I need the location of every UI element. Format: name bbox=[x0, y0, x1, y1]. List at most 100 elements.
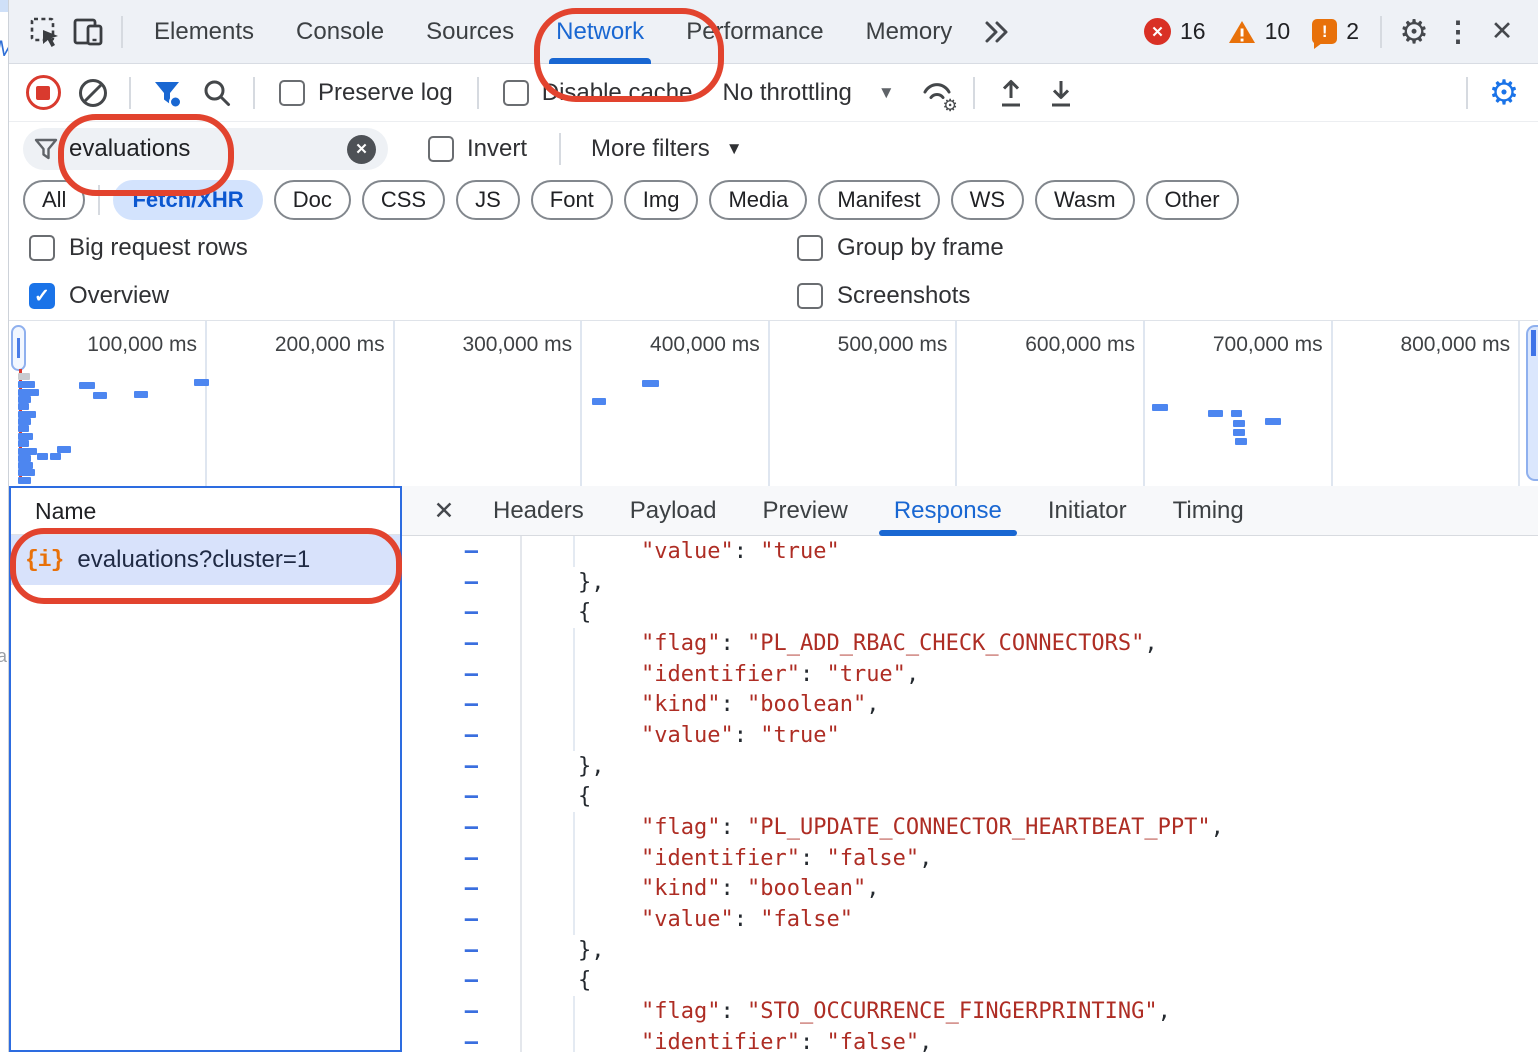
issues-badge[interactable]: ! 2 bbox=[1312, 18, 1359, 45]
code-line-gutter[interactable]: – bbox=[402, 904, 522, 935]
network-request-split-view: Name {i} evaluations?cluster=1 ✕ Headers… bbox=[9, 486, 1538, 1052]
details-tab-response[interactable]: Response bbox=[871, 486, 1025, 535]
more-filters-dropdown[interactable]: More filters ▼ bbox=[583, 135, 751, 163]
search-icon[interactable] bbox=[195, 71, 239, 115]
invert-filter-checkbox[interactable]: Invert bbox=[418, 135, 537, 163]
code-line-gutter[interactable]: – bbox=[402, 689, 522, 720]
screenshots-label: Screenshots bbox=[837, 282, 970, 310]
big-request-rows-checkbox[interactable]: Big request rows bbox=[29, 234, 248, 262]
json-resource-icon: {i} bbox=[25, 547, 63, 573]
chip-doc[interactable]: Doc bbox=[274, 180, 351, 220]
network-settings-gear-icon[interactable]: ⚙ bbox=[1482, 71, 1526, 115]
overview-checkbox[interactable]: ✓ Overview bbox=[29, 282, 169, 310]
timeline-request-bar bbox=[18, 462, 33, 469]
code-line-gutter[interactable]: – bbox=[402, 628, 522, 659]
divider bbox=[1380, 16, 1382, 48]
code-line-gutter[interactable]: – bbox=[402, 966, 522, 997]
clear-network-log-icon[interactable] bbox=[71, 71, 115, 115]
network-overview-timeline[interactable]: 100,000 ms200,000 ms300,000 ms400,000 ms… bbox=[9, 320, 1538, 488]
timeline-tick-label: 500,000 ms bbox=[838, 333, 948, 357]
code-line-content: "flag": "PL_UPDATE_CONNECTOR_HEARTBEAT_P… bbox=[522, 815, 1224, 840]
tab-console[interactable]: Console bbox=[275, 0, 405, 64]
network-filter-bar: ✕ Invert More filters ▼ bbox=[9, 122, 1538, 176]
chip-img[interactable]: Img bbox=[624, 180, 699, 220]
code-line-gutter[interactable]: – bbox=[402, 1027, 522, 1052]
code-line-gutter[interactable]: – bbox=[402, 935, 522, 966]
toggle-device-toolbar-icon[interactable] bbox=[67, 10, 111, 54]
console-warnings-badge[interactable]: 10 bbox=[1228, 18, 1291, 45]
preserve-log-checkbox[interactable]: Preserve log bbox=[269, 79, 463, 107]
tab-performance[interactable]: Performance bbox=[665, 0, 844, 64]
code-line-gutter[interactable]: – bbox=[402, 597, 522, 628]
tab-elements[interactable]: Elements bbox=[133, 0, 275, 64]
filter-toggle-icon[interactable] bbox=[145, 71, 189, 115]
code-line: –"identifier": "false", bbox=[402, 843, 1538, 874]
tab-memory[interactable]: Memory bbox=[845, 0, 974, 64]
console-errors-badge[interactable]: ✕ 16 bbox=[1144, 18, 1206, 45]
network-options-row-1: Big request rows Group by frame bbox=[9, 224, 1538, 272]
details-tab-initiator[interactable]: Initiator bbox=[1025, 486, 1150, 535]
code-line-gutter[interactable]: – bbox=[402, 996, 522, 1027]
code-line-gutter[interactable]: – bbox=[402, 843, 522, 874]
chip-ws[interactable]: WS bbox=[951, 180, 1024, 220]
tab-network[interactable]: Network bbox=[535, 0, 665, 64]
filter-input[interactable] bbox=[67, 134, 339, 164]
timeline-request-bar bbox=[1265, 418, 1281, 425]
chip-font[interactable]: Font bbox=[531, 180, 613, 220]
close-devtools-icon[interactable]: ✕ bbox=[1480, 10, 1524, 54]
code-line-gutter[interactable]: – bbox=[402, 782, 522, 813]
code-line-content: "flag": "PL_ADD_RBAC_CHECK_CONNECTORS", bbox=[522, 631, 1158, 656]
throttling-dropdown[interactable]: No throttling ▼ bbox=[708, 79, 908, 107]
network-conditions-icon[interactable]: ⚙ bbox=[915, 71, 959, 115]
import-har-icon[interactable] bbox=[989, 71, 1033, 115]
overview-left-drag-handle[interactable] bbox=[11, 325, 26, 371]
disable-cache-checkbox[interactable]: Disable cache bbox=[493, 79, 703, 107]
code-line-gutter[interactable]: – bbox=[402, 567, 522, 598]
code-line-content: "flag": "STO_OCCURRENCE_FINGERPRINTING", bbox=[522, 999, 1171, 1024]
checkbox bbox=[428, 136, 454, 162]
chip-other[interactable]: Other bbox=[1146, 180, 1239, 220]
more-tabs-icon[interactable] bbox=[975, 10, 1019, 54]
chip-manifest[interactable]: Manifest bbox=[818, 180, 939, 220]
close-details-icon[interactable]: ✕ bbox=[418, 487, 470, 535]
request-row-evaluations[interactable]: {i} evaluations?cluster=1 bbox=[11, 535, 400, 585]
timeline-request-bar bbox=[194, 379, 209, 386]
timeline-tick-label: 700,000 ms bbox=[1213, 333, 1323, 357]
details-tab-preview[interactable]: Preview bbox=[739, 486, 870, 535]
code-line-gutter[interactable]: – bbox=[402, 536, 522, 567]
chip-all[interactable]: All bbox=[23, 180, 85, 220]
export-har-icon[interactable] bbox=[1039, 71, 1083, 115]
details-tab-timing[interactable]: Timing bbox=[1150, 486, 1267, 535]
filter-input-pill[interactable]: ✕ bbox=[23, 128, 388, 170]
timeline-request-bar bbox=[18, 389, 39, 396]
code-line-gutter[interactable]: – bbox=[402, 659, 522, 690]
chip-media[interactable]: Media bbox=[709, 180, 807, 220]
code-line-gutter[interactable]: – bbox=[402, 720, 522, 751]
request-list-name-column-header[interactable]: Name bbox=[11, 488, 400, 535]
code-line: –}, bbox=[402, 935, 1538, 966]
chip-js[interactable]: JS bbox=[456, 180, 520, 220]
timeline-tick-label: 200,000 ms bbox=[275, 333, 385, 357]
devtools-window: ElementsConsoleSourcesNetworkPerformance… bbox=[8, 0, 1538, 1052]
code-line-gutter[interactable]: – bbox=[402, 751, 522, 782]
record-network-log-icon[interactable] bbox=[21, 71, 65, 115]
throttling-value: No throttling bbox=[722, 79, 851, 107]
timeline-tick-label: 600,000 ms bbox=[1025, 333, 1135, 357]
details-tab-payload[interactable]: Payload bbox=[607, 486, 740, 535]
screenshots-checkbox[interactable]: Screenshots bbox=[797, 282, 970, 310]
chip-css[interactable]: CSS bbox=[362, 180, 445, 220]
chip-wasm[interactable]: Wasm bbox=[1035, 180, 1135, 220]
code-line-gutter[interactable]: – bbox=[402, 874, 522, 905]
details-tab-headers[interactable]: Headers bbox=[470, 486, 607, 535]
chip-fetch-xhr[interactable]: Fetch/XHR bbox=[113, 180, 262, 220]
group-by-frame-checkbox[interactable]: Group by frame bbox=[797, 234, 1004, 262]
settings-gear-icon[interactable]: ⚙ bbox=[1392, 10, 1436, 54]
clear-filter-icon[interactable]: ✕ bbox=[347, 135, 376, 164]
inspect-element-icon[interactable] bbox=[23, 10, 67, 54]
code-line-gutter[interactable]: – bbox=[402, 812, 522, 843]
kebab-menu-icon[interactable]: ⋮ bbox=[1436, 10, 1480, 54]
response-body-viewer[interactable]: –"value": "true"–},–{–"flag": "PL_ADD_RB… bbox=[402, 536, 1538, 1052]
tab-sources[interactable]: Sources bbox=[405, 0, 535, 64]
timeline-tick-label: 800,000 ms bbox=[1400, 333, 1510, 357]
overview-right-drag-handle[interactable] bbox=[1526, 325, 1538, 481]
